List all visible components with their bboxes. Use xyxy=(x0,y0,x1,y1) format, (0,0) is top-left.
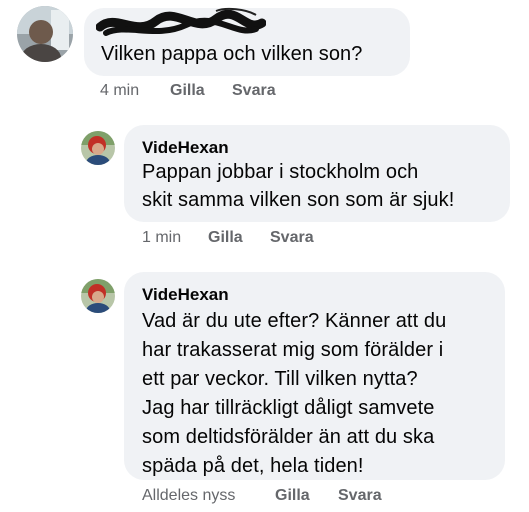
comment-timestamp[interactable]: Alldeles nyss xyxy=(142,487,235,505)
comment-text-line: ett par veckor. Till vilken nytta? xyxy=(142,368,418,390)
profile-photo-icon xyxy=(81,131,115,165)
commenter-avatar[interactable] xyxy=(81,279,115,313)
commenter-avatar[interactable] xyxy=(17,6,73,62)
comment-text-line: som deltidsförälder än att du ska xyxy=(142,426,435,448)
comment-timestamp[interactable]: 1 min xyxy=(142,229,181,247)
reply-button[interactable]: Svara xyxy=(338,487,382,505)
comment-text-line: Jag har tillräckligt dåligt samvete xyxy=(142,397,435,419)
comment-author[interactable]: VideHexan xyxy=(142,138,229,158)
comment-timestamp[interactable]: 4 min xyxy=(100,82,139,100)
redacted-author-scribble xyxy=(96,7,266,36)
comment-text-line: har trakasserat mig som förälder i xyxy=(142,339,444,361)
like-button[interactable]: Gilla xyxy=(170,82,205,100)
profile-photo-icon xyxy=(17,6,73,62)
commenter-avatar[interactable] xyxy=(81,131,115,165)
comment-text-line: Pappan jobbar i stockholm och xyxy=(142,161,419,183)
profile-photo-icon xyxy=(81,279,115,313)
comment-text-line: Vad är du ute efter? Känner att du xyxy=(142,310,447,332)
comment-author[interactable]: VideHexan xyxy=(142,285,229,305)
like-button[interactable]: Gilla xyxy=(208,229,243,247)
comment-text-line: späda på det, hela tiden! xyxy=(142,455,364,477)
reply-button[interactable]: Svara xyxy=(270,229,314,247)
comment-text-line: skit samma vilken son som är sjuk! xyxy=(142,189,455,211)
comment-text: Vilken pappa och vilken son? xyxy=(101,43,363,65)
like-button[interactable]: Gilla xyxy=(275,487,310,505)
reply-button[interactable]: Svara xyxy=(232,82,276,100)
